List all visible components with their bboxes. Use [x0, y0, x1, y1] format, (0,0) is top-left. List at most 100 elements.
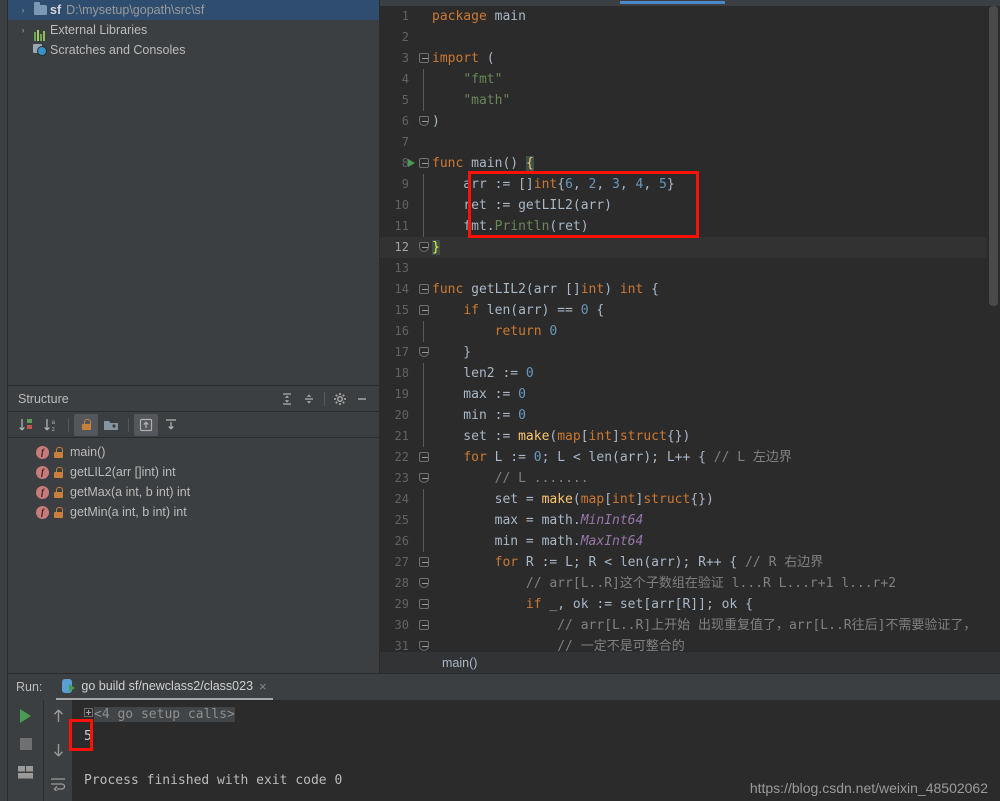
fold-gutter[interactable]	[416, 132, 432, 153]
code-line[interactable]: 14 func getLIL2(arr []int) int {	[380, 279, 1000, 300]
settings-gear-icon[interactable]	[329, 388, 351, 410]
fold-gutter[interactable]	[416, 615, 432, 636]
sort-alphabetically-icon[interactable]: az	[39, 414, 63, 436]
code-editor[interactable]: 1 package main 2 3 import (4 "fmt" 5 "math" 6)…	[380, 6, 1000, 651]
fold-gutter[interactable]	[416, 237, 432, 258]
code-line[interactable]: 21 set := make(map[int]struct{})	[380, 426, 1000, 447]
show-anonymous-icon[interactable]	[159, 414, 183, 436]
tree-item-sf[interactable]: › sf D:\mysetup\gopath\src\sf	[8, 0, 379, 20]
fold-collapse-icon[interactable]	[419, 452, 429, 462]
tree-item-scratches[interactable]: Scratches and Consoles	[8, 40, 379, 60]
fold-gutter[interactable]	[416, 426, 432, 447]
code-line[interactable]: 29 if _, ok := set[arr[R]]; ok {	[380, 594, 1000, 615]
fold-gutter[interactable]	[416, 258, 432, 279]
code-line[interactable]: 23 // L .......	[380, 468, 1000, 489]
run-gutter-icon[interactable]	[408, 159, 415, 167]
fold-gutter[interactable]	[416, 69, 432, 90]
fold-gutter[interactable]	[416, 573, 432, 594]
fold-gutter[interactable]	[416, 447, 432, 468]
layout-icon[interactable]	[15, 762, 37, 782]
code-line[interactable]: 22 for L := 0; L < len(arr); L++ { // L …	[380, 447, 1000, 468]
code-line[interactable]: 25 max = math.MinInt64	[380, 510, 1000, 531]
expand-all-icon[interactable]	[276, 388, 298, 410]
code-line[interactable]: 1 package main	[380, 6, 1000, 27]
fold-gutter[interactable]	[416, 111, 432, 132]
sort-by-visibility-icon[interactable]	[14, 414, 38, 436]
editor-scrollbar[interactable]	[987, 6, 1000, 651]
code-line[interactable]: 19 max := 0	[380, 384, 1000, 405]
up-arrow-icon[interactable]	[47, 706, 69, 726]
fold-gutter[interactable]	[416, 363, 432, 384]
code-line[interactable]: 16 return 0	[380, 321, 1000, 342]
code-line[interactable]: 5 "math"	[380, 90, 1000, 111]
fold-gutter[interactable]	[416, 552, 432, 573]
code-line[interactable]: 24 set = make(map[int]struct{})	[380, 489, 1000, 510]
fold-end-icon[interactable]	[419, 347, 429, 357]
fold-gutter[interactable]	[416, 636, 432, 651]
fold-gutter[interactable]	[416, 90, 432, 111]
run-console[interactable]: <4 go setup calls> 5 Process finished with…	[72, 700, 1000, 801]
close-icon[interactable]: ×	[259, 680, 267, 693]
code-line[interactable]: 18 len2 := 0	[380, 363, 1000, 384]
rerun-play-icon[interactable]	[15, 706, 37, 726]
code-line[interactable]: 20 min := 0	[380, 405, 1000, 426]
fold-gutter[interactable]	[416, 594, 432, 615]
code-line[interactable]: 26 min = math.MaxInt64	[380, 531, 1000, 552]
fold-gutter[interactable]	[416, 153, 432, 174]
fold-end-icon[interactable]	[419, 578, 429, 588]
fold-collapse-icon[interactable]	[419, 284, 429, 294]
code-line[interactable]: 9 arr := []int{6, 2, 3, 4, 5}	[380, 174, 1000, 195]
fold-end-icon[interactable]	[419, 473, 429, 483]
collapse-all-icon[interactable]	[298, 388, 320, 410]
show-non-public-icon[interactable]	[74, 413, 98, 436]
structure-item-main[interactable]: f main()	[8, 442, 379, 462]
code-line[interactable]: 31 // 一定不是可整合的	[380, 636, 1000, 651]
code-line[interactable]: 15 if len(arr) == 0 {	[380, 300, 1000, 321]
fold-end-icon[interactable]	[419, 641, 429, 651]
breadcrumb[interactable]: main()	[380, 651, 1000, 673]
code-line[interactable]: 4 "fmt"	[380, 69, 1000, 90]
code-line[interactable]: 12}	[380, 237, 1000, 258]
code-line[interactable]: 10 ret := getLIL2(arr)	[380, 195, 1000, 216]
code-line[interactable]: 11 fmt.Println(ret)	[380, 216, 1000, 237]
code-line[interactable]: 27 for R := L; R < len(arr); R++ { // R …	[380, 552, 1000, 573]
fold-gutter[interactable]	[416, 174, 432, 195]
structure-item-getmax[interactable]: f getMax(a int, b int) int	[8, 482, 379, 502]
code-line[interactable]: 28 // arr[L..R]这个子数组在验证 l...R L...r+1 l.…	[380, 573, 1000, 594]
show-fields-icon[interactable]	[99, 414, 123, 436]
fold-collapse-icon[interactable]	[419, 620, 429, 630]
structure-item-getmin[interactable]: f getMin(a int, b int) int	[8, 502, 379, 522]
fold-gutter[interactable]	[416, 405, 432, 426]
fold-end-icon[interactable]	[419, 116, 429, 126]
fold-gutter[interactable]	[416, 27, 432, 48]
fold-collapse-icon[interactable]	[419, 305, 429, 315]
stop-icon[interactable]	[15, 734, 37, 754]
fold-gutter[interactable]	[416, 342, 432, 363]
code-line[interactable]: 30 // arr[L..R]上开始 出现重复值了，arr[L..R往后]不需要…	[380, 615, 1000, 636]
expand-arrow-icon[interactable]: ›	[16, 0, 30, 20]
code-line[interactable]: 2	[380, 27, 1000, 48]
fold-gutter[interactable]	[416, 321, 432, 342]
fold-gutter[interactable]	[416, 531, 432, 552]
editor-scroll-thumb[interactable]	[989, 6, 998, 306]
fold-gutter[interactable]	[416, 279, 432, 300]
code-line[interactable]: 17 }	[380, 342, 1000, 363]
fold-gutter[interactable]	[416, 489, 432, 510]
show-inherited-icon[interactable]	[134, 413, 158, 436]
fold-gutter[interactable]	[416, 6, 432, 27]
fold-gutter[interactable]	[416, 510, 432, 531]
run-tab[interactable]: go build sf/newclass2/class023 ×	[56, 674, 273, 700]
soft-wrap-icon[interactable]	[47, 774, 69, 794]
structure-item-getlil2[interactable]: f getLIL2(arr []int) int	[8, 462, 379, 482]
fold-gutter[interactable]	[416, 48, 432, 69]
code-line[interactable]: 6)	[380, 111, 1000, 132]
fold-collapse-icon[interactable]	[419, 599, 429, 609]
fold-collapse-icon[interactable]	[419, 53, 429, 63]
fold-gutter[interactable]	[416, 384, 432, 405]
fold-gutter[interactable]	[416, 468, 432, 489]
code-line[interactable]: 3 import (	[380, 48, 1000, 69]
fold-collapse-icon[interactable]	[419, 557, 429, 567]
hide-panel-icon[interactable]	[351, 388, 373, 410]
tree-item-external-libraries[interactable]: › External Libraries	[8, 20, 379, 41]
code-line[interactable]: 8 func main() {	[380, 153, 1000, 174]
